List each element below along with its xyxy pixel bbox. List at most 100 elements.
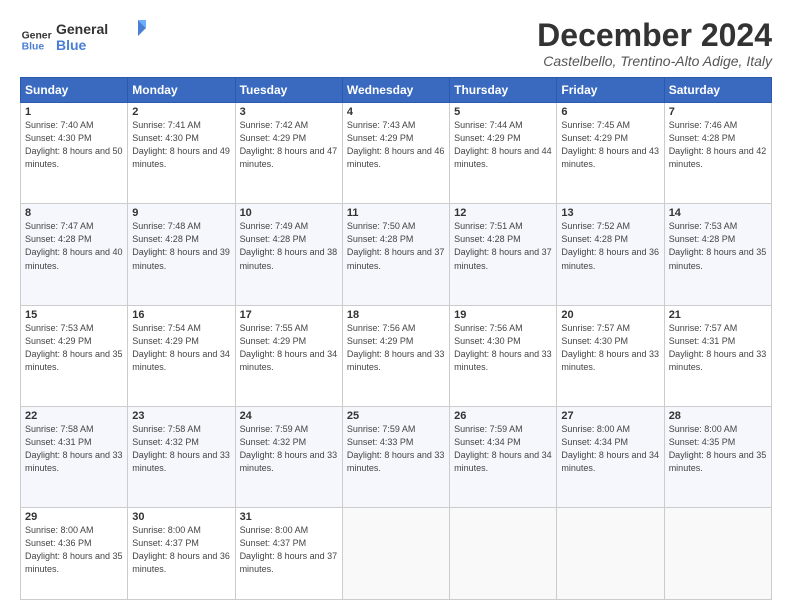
cell-info: Sunrise: 7:47 AM Sunset: 4:28 PM Dayligh… <box>25 220 123 272</box>
month-title: December 2024 <box>537 18 772 53</box>
day-number: 1 <box>25 106 123 118</box>
cell-info: Sunrise: 7:58 AM Sunset: 4:32 PM Dayligh… <box>132 423 230 475</box>
cell-info: Sunrise: 7:51 AM Sunset: 4:28 PM Dayligh… <box>454 220 552 272</box>
cell-info: Sunrise: 7:59 AM Sunset: 4:34 PM Dayligh… <box>454 423 552 475</box>
cell-info: Sunrise: 8:00 AM Sunset: 4:37 PM Dayligh… <box>132 524 230 576</box>
cell-info: Sunrise: 7:46 AM Sunset: 4:28 PM Dayligh… <box>669 119 767 171</box>
table-row: 6 Sunrise: 7:45 AM Sunset: 4:29 PM Dayli… <box>557 103 664 204</box>
cell-info: Sunrise: 8:00 AM Sunset: 4:34 PM Dayligh… <box>561 423 659 475</box>
location: Castelbello, Trentino-Alto Adige, Italy <box>537 53 772 69</box>
header-row: Sunday Monday Tuesday Wednesday Thursday… <box>21 78 772 103</box>
table-row: 18 Sunrise: 7:56 AM Sunset: 4:29 PM Dayl… <box>342 305 449 406</box>
day-number: 13 <box>561 207 659 219</box>
table-row: 8 Sunrise: 7:47 AM Sunset: 4:28 PM Dayli… <box>21 204 128 305</box>
col-sunday: Sunday <box>21 78 128 103</box>
col-friday: Friday <box>557 78 664 103</box>
day-number: 15 <box>25 309 123 321</box>
day-number: 3 <box>240 106 338 118</box>
cell-info: Sunrise: 7:54 AM Sunset: 4:29 PM Dayligh… <box>132 322 230 374</box>
table-row: 27 Sunrise: 8:00 AM Sunset: 4:34 PM Dayl… <box>557 406 664 507</box>
day-number: 11 <box>347 207 445 219</box>
day-number: 30 <box>132 511 230 523</box>
cell-info: Sunrise: 7:50 AM Sunset: 4:28 PM Dayligh… <box>347 220 445 272</box>
table-row <box>342 507 449 599</box>
cell-info: Sunrise: 8:00 AM Sunset: 4:37 PM Dayligh… <box>240 524 338 576</box>
table-row: 15 Sunrise: 7:53 AM Sunset: 4:29 PM Dayl… <box>21 305 128 406</box>
table-row: 28 Sunrise: 8:00 AM Sunset: 4:35 PM Dayl… <box>664 406 771 507</box>
table-row: 20 Sunrise: 7:57 AM Sunset: 4:30 PM Dayl… <box>557 305 664 406</box>
day-number: 21 <box>669 309 767 321</box>
day-number: 8 <box>25 207 123 219</box>
table-row: 31 Sunrise: 8:00 AM Sunset: 4:37 PM Dayl… <box>235 507 342 599</box>
table-row: 22 Sunrise: 7:58 AM Sunset: 4:31 PM Dayl… <box>21 406 128 507</box>
day-number: 24 <box>240 410 338 422</box>
table-row: 17 Sunrise: 7:55 AM Sunset: 4:29 PM Dayl… <box>235 305 342 406</box>
col-tuesday: Tuesday <box>235 78 342 103</box>
cell-info: Sunrise: 7:56 AM Sunset: 4:30 PM Dayligh… <box>454 322 552 374</box>
cell-info: Sunrise: 7:57 AM Sunset: 4:31 PM Dayligh… <box>669 322 767 374</box>
cell-info: Sunrise: 7:59 AM Sunset: 4:32 PM Dayligh… <box>240 423 338 475</box>
col-saturday: Saturday <box>664 78 771 103</box>
day-number: 23 <box>132 410 230 422</box>
day-number: 28 <box>669 410 767 422</box>
svg-text:General: General <box>56 21 108 37</box>
svg-text:Blue: Blue <box>56 37 87 53</box>
cell-info: Sunrise: 7:49 AM Sunset: 4:28 PM Dayligh… <box>240 220 338 272</box>
calendar-table: Sunday Monday Tuesday Wednesday Thursday… <box>20 77 772 600</box>
cell-info: Sunrise: 7:48 AM Sunset: 4:28 PM Dayligh… <box>132 220 230 272</box>
table-row: 30 Sunrise: 8:00 AM Sunset: 4:37 PM Dayl… <box>128 507 235 599</box>
svg-text:Blue: Blue <box>22 41 45 52</box>
day-number: 2 <box>132 106 230 118</box>
day-number: 31 <box>240 511 338 523</box>
cell-info: Sunrise: 7:42 AM Sunset: 4:29 PM Dayligh… <box>240 119 338 171</box>
table-row: 4 Sunrise: 7:43 AM Sunset: 4:29 PM Dayli… <box>342 103 449 204</box>
day-number: 12 <box>454 207 552 219</box>
cell-info: Sunrise: 7:43 AM Sunset: 4:29 PM Dayligh… <box>347 119 445 171</box>
cell-info: Sunrise: 7:56 AM Sunset: 4:29 PM Dayligh… <box>347 322 445 374</box>
calendar-week-row: 1 Sunrise: 7:40 AM Sunset: 4:30 PM Dayli… <box>21 103 772 204</box>
calendar-week-row: 29 Sunrise: 8:00 AM Sunset: 4:36 PM Dayl… <box>21 507 772 599</box>
table-row: 19 Sunrise: 7:56 AM Sunset: 4:30 PM Dayl… <box>450 305 557 406</box>
table-row: 12 Sunrise: 7:51 AM Sunset: 4:28 PM Dayl… <box>450 204 557 305</box>
day-number: 29 <box>25 511 123 523</box>
day-number: 25 <box>347 410 445 422</box>
col-wednesday: Wednesday <box>342 78 449 103</box>
cell-info: Sunrise: 7:44 AM Sunset: 4:29 PM Dayligh… <box>454 119 552 171</box>
day-number: 19 <box>454 309 552 321</box>
table-row: 29 Sunrise: 8:00 AM Sunset: 4:36 PM Dayl… <box>21 507 128 599</box>
table-row: 21 Sunrise: 7:57 AM Sunset: 4:31 PM Dayl… <box>664 305 771 406</box>
cell-info: Sunrise: 7:40 AM Sunset: 4:30 PM Dayligh… <box>25 119 123 171</box>
table-row <box>450 507 557 599</box>
header: General Blue General Blue December 2024 … <box>20 18 772 69</box>
table-row: 16 Sunrise: 7:54 AM Sunset: 4:29 PM Dayl… <box>128 305 235 406</box>
cell-info: Sunrise: 7:57 AM Sunset: 4:30 PM Dayligh… <box>561 322 659 374</box>
cell-info: Sunrise: 7:55 AM Sunset: 4:29 PM Dayligh… <box>240 322 338 374</box>
cell-info: Sunrise: 7:53 AM Sunset: 4:29 PM Dayligh… <box>25 322 123 374</box>
cell-info: Sunrise: 8:00 AM Sunset: 4:35 PM Dayligh… <box>669 423 767 475</box>
table-row: 10 Sunrise: 7:49 AM Sunset: 4:28 PM Dayl… <box>235 204 342 305</box>
svg-text:General: General <box>22 30 52 41</box>
day-number: 10 <box>240 207 338 219</box>
table-row <box>557 507 664 599</box>
title-area: December 2024 Castelbello, Trentino-Alto… <box>537 18 772 69</box>
day-number: 7 <box>669 106 767 118</box>
calendar-week-row: 15 Sunrise: 7:53 AM Sunset: 4:29 PM Dayl… <box>21 305 772 406</box>
table-row: 5 Sunrise: 7:44 AM Sunset: 4:29 PM Dayli… <box>450 103 557 204</box>
day-number: 20 <box>561 309 659 321</box>
logo: General Blue General Blue <box>20 18 146 61</box>
day-number: 26 <box>454 410 552 422</box>
day-number: 9 <box>132 207 230 219</box>
cell-info: Sunrise: 7:59 AM Sunset: 4:33 PM Dayligh… <box>347 423 445 475</box>
table-row: 7 Sunrise: 7:46 AM Sunset: 4:28 PM Dayli… <box>664 103 771 204</box>
calendar-week-row: 22 Sunrise: 7:58 AM Sunset: 4:31 PM Dayl… <box>21 406 772 507</box>
calendar-week-row: 8 Sunrise: 7:47 AM Sunset: 4:28 PM Dayli… <box>21 204 772 305</box>
day-number: 18 <box>347 309 445 321</box>
table-row: 3 Sunrise: 7:42 AM Sunset: 4:29 PM Dayli… <box>235 103 342 204</box>
day-number: 17 <box>240 309 338 321</box>
page: General Blue General Blue December 2024 … <box>0 0 792 612</box>
table-row <box>664 507 771 599</box>
table-row: 2 Sunrise: 7:41 AM Sunset: 4:30 PM Dayli… <box>128 103 235 204</box>
cell-info: Sunrise: 7:52 AM Sunset: 4:28 PM Dayligh… <box>561 220 659 272</box>
cell-info: Sunrise: 7:41 AM Sunset: 4:30 PM Dayligh… <box>132 119 230 171</box>
table-row: 1 Sunrise: 7:40 AM Sunset: 4:30 PM Dayli… <box>21 103 128 204</box>
